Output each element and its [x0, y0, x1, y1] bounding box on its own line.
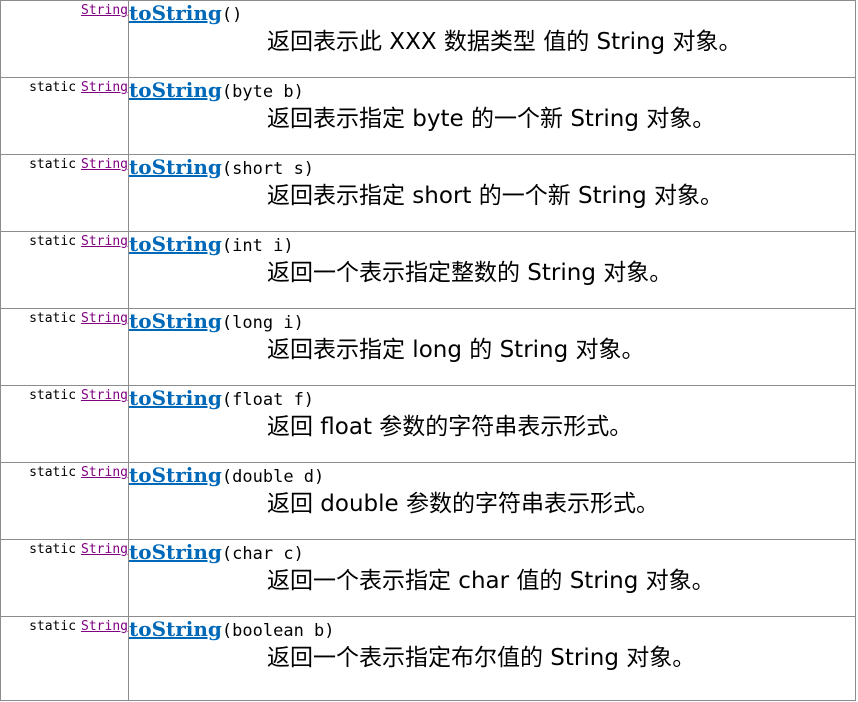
- method-description: 返回一个表示指定布尔值的 String 对象。: [267, 645, 696, 671]
- method-params: (short s): [221, 159, 315, 179]
- signature-cell: toString(boolean b) 返回一个表示指定布尔值的 String …: [128, 616, 856, 701]
- modifier-label: static: [29, 619, 77, 634]
- method-params: (): [221, 5, 243, 25]
- return-type-link[interactable]: String: [81, 80, 128, 95]
- modifier-cell: static String: [0, 539, 129, 617]
- signature-cell: toString(byte b) 返回表示指定 byte 的一个新 String…: [128, 77, 856, 155]
- method-description: 返回表示指定 short 的一个新 String 对象。: [267, 183, 723, 209]
- method-params: (long i): [221, 313, 304, 333]
- modifier-cell: static String: [0, 385, 129, 463]
- method-row: static String toString(byte b) 返回表示指定 byt…: [0, 77, 856, 155]
- method-row: static String toString(int i) 返回一个表示指定整数的…: [0, 231, 856, 309]
- return-type-link[interactable]: String: [81, 157, 128, 172]
- method-name-link[interactable]: toString: [129, 78, 222, 102]
- modifier-cell: static String: [0, 462, 129, 540]
- modifier-cell: String: [0, 0, 129, 78]
- signature-cell: toString(double d) 返回 double 参数的字符串表示形式。: [128, 462, 856, 540]
- signature-cell: toString(long i) 返回表示指定 long 的 String 对象…: [128, 308, 856, 386]
- method-name-link[interactable]: toString: [129, 309, 222, 333]
- method-name-link[interactable]: toString: [129, 617, 222, 641]
- method-params: (double d): [221, 467, 325, 487]
- modifier-cell: static String: [0, 154, 129, 232]
- modifier-label: static: [29, 80, 77, 95]
- method-name-link[interactable]: toString: [129, 232, 222, 256]
- method-row: static String toString(float f) 返回 float …: [0, 385, 856, 463]
- modifier-cell: static String: [0, 77, 129, 155]
- signature-cell: toString(float f) 返回 float 参数的字符串表示形式。: [128, 385, 856, 463]
- modifier-cell: static String: [0, 616, 129, 701]
- signature-cell: toString() 返回表示此 XXX 数据类型 值的 String 对象。: [128, 0, 856, 78]
- method-row: static String toString(char c) 返回一个表示指定 c…: [0, 539, 856, 617]
- signature-cell: toString(int i) 返回一个表示指定整数的 String 对象。: [128, 231, 856, 309]
- method-description: 返回 float 参数的字符串表示形式。: [267, 414, 633, 440]
- method-name-link[interactable]: toString: [129, 155, 222, 179]
- method-description: 返回表示指定 long 的 String 对象。: [267, 337, 645, 363]
- return-type-link[interactable]: String: [81, 388, 128, 403]
- method-params: (float f): [221, 390, 315, 410]
- return-type-link[interactable]: String: [81, 619, 128, 634]
- method-name-link[interactable]: toString: [129, 1, 222, 25]
- method-params: (byte b): [221, 82, 304, 102]
- method-description: 返回一个表示指定 char 值的 String 对象。: [267, 568, 715, 594]
- method-params: (char c): [221, 544, 304, 564]
- return-type-link[interactable]: String: [81, 542, 128, 557]
- modifier-label: static: [29, 388, 77, 403]
- method-description: 返回表示指定 byte 的一个新 String 对象。: [267, 106, 716, 132]
- method-description: 返回表示此 XXX 数据类型 值的 String 对象。: [267, 29, 742, 55]
- signature-cell: toString(short s) 返回表示指定 short 的一个新 Stri…: [128, 154, 856, 232]
- modifier-label: static: [29, 311, 77, 326]
- modifier-cell: static String: [0, 231, 129, 309]
- method-row: static String toString(short s) 返回表示指定 sh…: [0, 154, 856, 232]
- return-type-link[interactable]: String: [81, 234, 128, 249]
- modifier-label: static: [29, 157, 77, 172]
- method-description: 返回一个表示指定整数的 String 对象。: [267, 260, 673, 286]
- method-name-link[interactable]: toString: [129, 540, 222, 564]
- modifier-cell: static String: [0, 308, 129, 386]
- modifier-label: static: [29, 542, 77, 557]
- return-type-link[interactable]: String: [81, 311, 128, 326]
- method-params: (int i): [221, 236, 294, 256]
- modifier-label: static: [29, 234, 77, 249]
- modifier-label: static: [29, 465, 77, 480]
- method-row: static String toString(boolean b) 返回一个表示指…: [0, 616, 856, 701]
- signature-cell: toString(char c) 返回一个表示指定 char 值的 String…: [128, 539, 856, 617]
- method-row: String toString() 返回表示此 XXX 数据类型 值的 Stri…: [0, 0, 856, 78]
- method-params: (boolean b): [221, 621, 335, 641]
- method-description: 返回 double 参数的字符串表示形式。: [267, 491, 660, 517]
- method-row: static String toString(double d) 返回 doubl…: [0, 462, 856, 540]
- method-name-link[interactable]: toString: [129, 463, 222, 487]
- method-name-link[interactable]: toString: [129, 386, 222, 410]
- return-type-link[interactable]: String: [81, 3, 128, 18]
- method-row: static String toString(long i) 返回表示指定 lon…: [0, 308, 856, 386]
- method-summary-table: String toString() 返回表示此 XXX 数据类型 值的 Stri…: [0, 0, 856, 701]
- return-type-link[interactable]: String: [81, 465, 128, 480]
